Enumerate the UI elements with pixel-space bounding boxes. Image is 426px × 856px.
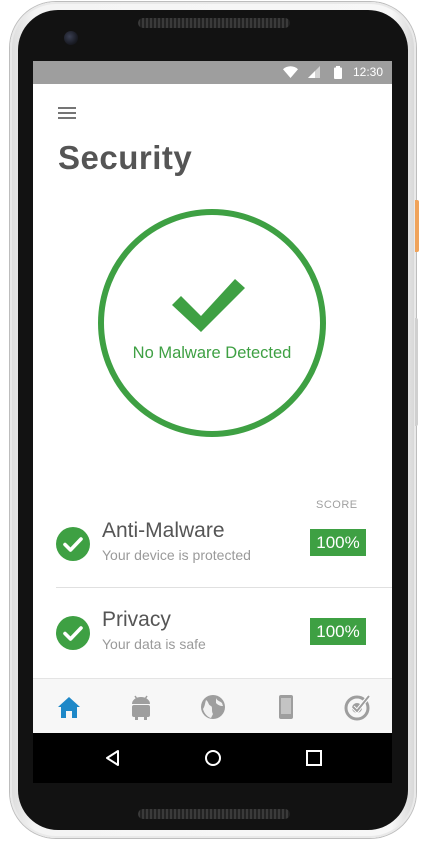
list-item-anti-malware[interactable]: Anti-Malware Your device is protected 10… [56, 519, 366, 587]
battery-icon [334, 66, 342, 79]
check-target-icon[interactable] [344, 693, 372, 721]
check-circle-icon [56, 527, 90, 561]
bottom-speaker [138, 809, 290, 819]
status-ring [98, 209, 326, 437]
back-icon[interactable] [103, 748, 123, 768]
app-screen: 12:30 Security No Malware Detected SCORE… [33, 61, 392, 733]
phone-icon[interactable] [272, 693, 300, 721]
recents-icon[interactable] [304, 748, 324, 768]
score-badge: 100% [310, 618, 366, 645]
check-circle-icon [56, 616, 90, 650]
hamburger-menu-icon[interactable] [58, 107, 76, 121]
top-speaker [138, 18, 290, 28]
malware-status-label: No Malware Detected [132, 344, 292, 362]
front-camera [64, 31, 78, 45]
page-title: Security [58, 139, 193, 176]
home-circle-icon[interactable] [203, 748, 223, 768]
item-subtitle: Your data is safe [102, 636, 206, 652]
bottom-nav [33, 678, 392, 733]
signal-icon [308, 66, 320, 78]
system-nav-bar [33, 733, 392, 783]
list-item-privacy[interactable]: Privacy Your data is safe 100% [56, 608, 366, 676]
item-title: Privacy [102, 608, 171, 631]
score-badge: 100% [310, 529, 366, 556]
wifi-icon [283, 66, 298, 78]
power-button [415, 200, 419, 252]
volume-button [415, 318, 418, 426]
item-title: Anti-Malware [102, 519, 225, 542]
status-bar: 12:30 [33, 61, 392, 84]
android-icon[interactable] [127, 693, 155, 721]
home-icon[interactable] [55, 693, 83, 721]
item-subtitle: Your device is protected [102, 547, 251, 563]
divider [56, 587, 392, 588]
score-column-label: SCORE [316, 499, 358, 511]
globe-icon[interactable] [199, 693, 227, 721]
checkmark-icon [172, 279, 245, 332]
status-time: 12:30 [352, 65, 383, 79]
